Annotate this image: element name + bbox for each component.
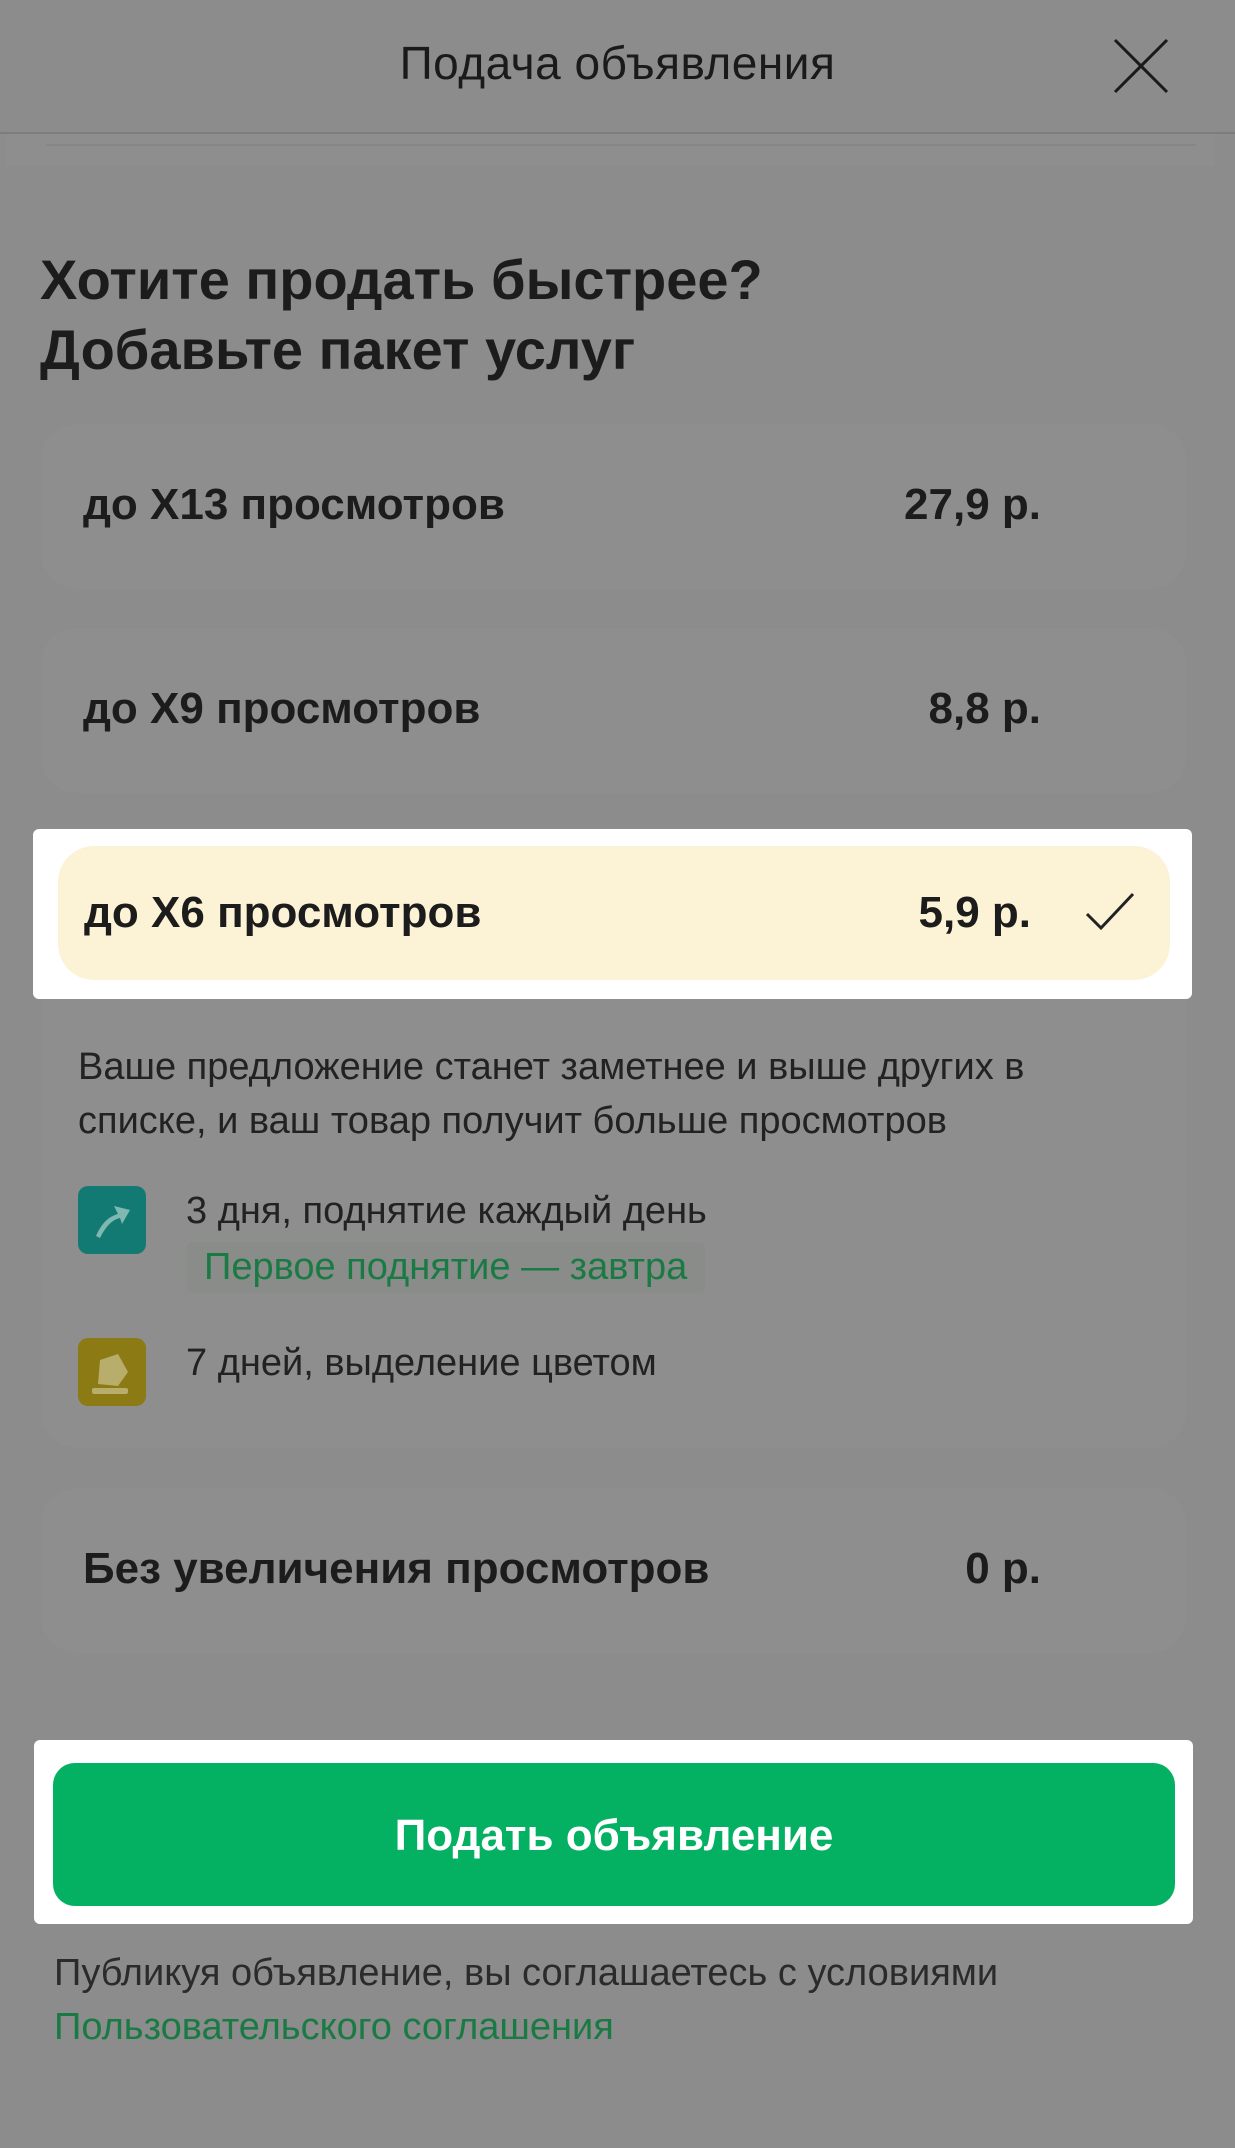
package-label: до Х13 просмотров: [83, 480, 505, 529]
terms-link[interactable]: Пользовательского соглашения: [54, 2000, 1194, 2054]
header: Подача объявления: [0, 0, 1235, 134]
feature-text: 7 дней, выделение цветом: [186, 1342, 657, 1384]
package-price: 5,9 р.: [918, 888, 1032, 937]
feature-text: 3 дня, поднятие каждый день: [186, 1190, 707, 1232]
section-title-line1: Хотите продать быстрее?: [40, 248, 763, 311]
section-title: Хотите продать быстрее? Добавьте пакет у…: [40, 245, 1140, 385]
package-price: 8,8 р.: [928, 684, 1042, 733]
close-icon[interactable]: [1111, 36, 1171, 96]
lift-arrow-icon: [78, 1186, 146, 1254]
section-title-line2: Добавьте пакет услуг: [40, 318, 636, 381]
terms-text: Публикуя объявление, вы соглашаетесь с у…: [54, 1946, 1194, 2054]
terms-line: Публикуя объявление, вы соглашаетесь с у…: [54, 1952, 999, 1994]
package-x13[interactable]: до Х13 просмотров 27,9 р.: [41, 424, 1186, 589]
page-title: Подача объявления: [399, 37, 836, 89]
divider: [46, 144, 1196, 146]
package-label: Без увеличения просмотров: [83, 1544, 710, 1593]
check-icon: [1085, 892, 1135, 931]
color-highlight-icon: [78, 1338, 146, 1406]
package-price: 27,9 р.: [904, 480, 1041, 529]
package-label: до Х6 просмотров: [84, 888, 482, 937]
package-x9[interactable]: до Х9 просмотров 8,8 р.: [41, 628, 1186, 793]
package-price: 0 р.: [965, 1544, 1041, 1593]
feature-note: Первое поднятие — завтра: [186, 1242, 706, 1293]
package-label: до Х9 просмотров: [83, 684, 481, 733]
package-description: Ваше предложение станет заметнее и выше …: [78, 1046, 1025, 1142]
header-divider-area: [6, 134, 1214, 166]
submit-button[interactable]: Подать объявление: [53, 1763, 1175, 1906]
package-none[interactable]: Без увеличения просмотров 0 р.: [41, 1488, 1186, 1653]
package-x6[interactable]: до Х6 просмотров 5,9 р.: [58, 846, 1170, 980]
